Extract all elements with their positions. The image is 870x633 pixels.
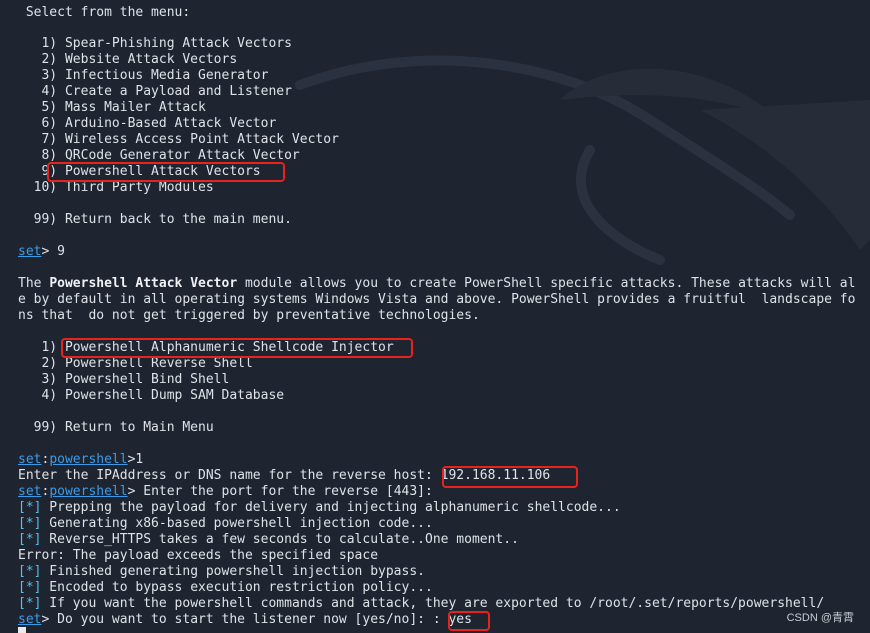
prompt-line-3: set:powershell> Enter the port for the r… xyxy=(18,484,433,500)
module-prompt: powershell xyxy=(49,452,128,467)
prompt-line-4: set> Do you want to start the listener n… xyxy=(18,612,472,628)
ps-menu-item-3: 3) Powershell Bind Shell xyxy=(18,372,230,387)
highlight-box-answer xyxy=(448,611,490,631)
log-text: Encoded to bypass execution restriction … xyxy=(41,580,433,595)
ps-menu-item-4: 4) Powershell Dump SAM Database xyxy=(18,388,285,403)
csdn-watermark: CSDN @青霄 xyxy=(786,612,854,624)
status-tag: [*] xyxy=(18,532,42,547)
menu-item-99: 99) Return back to the main menu. xyxy=(18,212,292,227)
log-text: Finished generating powershell injection… xyxy=(41,564,425,579)
highlight-box-powershell-vectors xyxy=(47,162,285,182)
log-text: Generating x86-based powershell injectio… xyxy=(41,516,433,531)
ps-menu-item-99: 99) Return to Main Menu xyxy=(18,420,214,435)
ps-menu-item-2: 2) Powershell Reverse Shell xyxy=(18,356,253,371)
description-line-1: The Powershell Attack Vector module allo… xyxy=(18,276,855,292)
log-line: [*] Reverse_HTTPS takes a few seconds to… xyxy=(18,532,519,548)
set-prompt: set xyxy=(18,452,42,467)
status-tag: [*] xyxy=(18,564,42,579)
log-line: Error: The payload exceeds the specified… xyxy=(18,548,378,564)
highlight-box-shellcode-injector xyxy=(61,338,413,358)
menu-item-1: 1) Spear-Phishing Attack Vectors xyxy=(18,36,292,51)
log-text: Prepping the payload for delivery and in… xyxy=(41,500,621,515)
log-line: [*] Generating x86-based powershell inje… xyxy=(18,516,433,532)
prompt-line-1: set> 9 xyxy=(18,244,65,260)
terminal-output: Select from the menu: 1) Spear-Phishing … xyxy=(0,0,870,633)
description-line-3: ns that do not get triggered by preventa… xyxy=(18,308,480,323)
menu-item-3: 3) Infectious Media Generator xyxy=(18,68,269,83)
log-line: [*] If you want the powershell commands … xyxy=(18,596,824,612)
log-line: [*] Finished generating powershell injec… xyxy=(18,564,425,580)
menu-item-7: 7) Wireless Access Point Attack Vector xyxy=(18,132,339,147)
desc-post: module allows you to create PowerShell s… xyxy=(237,276,856,291)
status-tag: [*] xyxy=(18,596,42,611)
error-text: Error: The payload exceeds the specified… xyxy=(18,548,379,563)
prompt-input: > 9 xyxy=(41,244,65,259)
set-prompt: set xyxy=(18,612,42,627)
prompt-line-2: set:powershell>1 xyxy=(18,452,143,468)
description-line-2: e by default in all operating systems Wi… xyxy=(18,292,856,307)
status-tag: [*] xyxy=(18,500,42,515)
prompt-text: > Enter the port for the reverse [443]: xyxy=(127,484,433,499)
menu-item-10: 10) Third Party Modules xyxy=(18,180,214,195)
log-line: [*] Encoded to bypass execution restrict… xyxy=(18,580,433,596)
set-prompt: set xyxy=(18,244,42,259)
set-prompt: set xyxy=(18,484,42,499)
status-tag: [*] xyxy=(18,516,42,531)
menu-item-4: 4) Create a Payload and Listener xyxy=(18,84,292,99)
menu-item-5: 5) Mass Mailer Attack xyxy=(18,100,206,115)
log-line: [*] Prepping the payload for delivery an… xyxy=(18,500,621,516)
desc-bold: Powershell Attack Vector xyxy=(49,276,238,291)
log-text: If you want the powershell commands and … xyxy=(41,596,825,611)
ip-question: Enter the IPAddress or DNS name for the … xyxy=(18,468,441,483)
status-tag: [*] xyxy=(18,580,42,595)
module-prompt: powershell xyxy=(49,484,128,499)
menu-item-2: 2) Website Attack Vectors xyxy=(18,52,238,67)
highlight-box-ip-address xyxy=(442,466,578,488)
prompt-input: >1 xyxy=(127,452,144,467)
log-text: Reverse_HTTPS takes a few seconds to cal… xyxy=(41,532,519,547)
prompt-text: > Do you want to start the listener now … xyxy=(41,612,449,627)
menu-header: Select from the menu: xyxy=(18,5,191,20)
desc-pre: The xyxy=(18,276,50,291)
menu-item-6: 6) Arduino-Based Attack Vector xyxy=(18,116,277,131)
